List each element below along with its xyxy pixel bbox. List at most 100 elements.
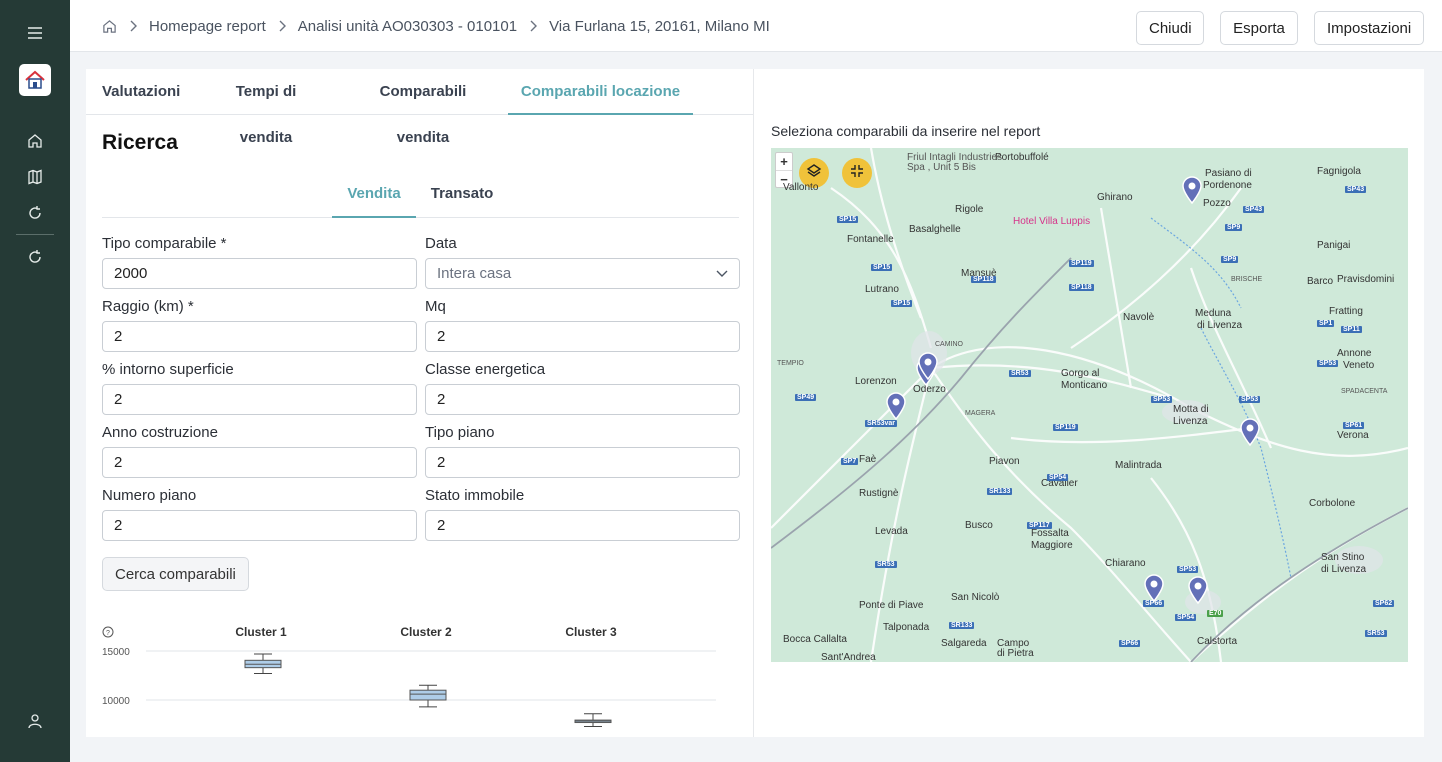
map-place-label: Rigole (955, 204, 984, 215)
help-icon[interactable]: ? (102, 626, 114, 638)
map-place-label: Corbolone (1309, 498, 1356, 509)
user-icon[interactable] (19, 707, 51, 735)
map-place-label: Bocca Callalta (783, 634, 847, 645)
map-road-tag: E70 (1207, 610, 1224, 617)
subtabs: Vendita Transato (102, 179, 739, 218)
map-road-tag: SP61 (1343, 422, 1365, 429)
tab-comparabili-vendita[interactable]: Comparabili vendita (354, 69, 492, 146)
map-icon[interactable] (19, 163, 51, 191)
map-place-label: BRISCHE (1231, 276, 1263, 283)
box-3[interactable] (574, 713, 612, 727)
map-marker[interactable] (1143, 574, 1165, 607)
map-place-label: Veneto (1343, 360, 1375, 371)
map-place-label: Levada (875, 526, 908, 537)
map-road-tag: SR53 (1009, 370, 1031, 377)
map-place-label: Fontanelle (847, 234, 894, 245)
export-button[interactable]: Esporta (1220, 11, 1298, 45)
map-place-label: Fossalta (1031, 528, 1069, 539)
refresh-icon[interactable] (19, 199, 51, 227)
box-1[interactable] (244, 653, 282, 675)
chevron-right-icon (529, 20, 538, 32)
intorno-input[interactable] (102, 384, 417, 415)
map-place-label: Portobuffolé (995, 152, 1049, 163)
tipo-comparabile-input[interactable] (102, 258, 417, 289)
close-button[interactable]: Chiudi (1136, 11, 1204, 45)
map[interactable]: + − Portobuffolé Vallonto Ghirano Pasiano d… (771, 148, 1408, 662)
map-poi-label[interactable]: Spa , Unit 5 Bis (907, 162, 976, 173)
map-place-label: di Livenza (1197, 320, 1243, 331)
main-card: Valutazioni Tempi di vendita Comparabili… (86, 69, 1424, 737)
map-place-label: Busco (965, 520, 993, 531)
map-poi-label[interactable]: Hotel Villa Luppis (1013, 216, 1090, 227)
raggio-input[interactable] (102, 321, 417, 352)
breadcrumb-item-homepage[interactable]: Homepage report (149, 18, 266, 35)
stato-input[interactable] (425, 510, 740, 541)
map-road-tag: SP53 (1317, 360, 1339, 367)
map-place-label: Rustignè (859, 488, 899, 499)
map-road-tag: SP11 (1341, 326, 1362, 333)
map-place-label: Pasiano di (1205, 168, 1252, 179)
numero-piano-label: Numero piano (102, 487, 197, 504)
map-road-tag: SP119 (1053, 424, 1078, 431)
map-road-tag: SP53 (1239, 396, 1261, 403)
settings-button[interactable]: Impostazioni (1314, 11, 1424, 45)
map-road-tag: SP15 (837, 216, 859, 223)
sidebar-divider (16, 234, 54, 235)
chevron-down-icon (716, 265, 728, 282)
map-marker[interactable] (1239, 418, 1261, 451)
tipo-piano-input[interactable] (425, 447, 740, 478)
classe-input[interactable] (425, 384, 740, 415)
section-title: Ricerca (102, 131, 178, 154)
data-select[interactable]: Intera casa (425, 258, 740, 289)
breadcrumb-item-address[interactable]: Via Furlana 15, 20161, Milano MI (549, 18, 770, 35)
mq-input[interactable] (425, 321, 740, 352)
map-road-tag: SP15 (871, 264, 893, 271)
anno-input[interactable] (102, 447, 417, 478)
tab-comparabili-locazione[interactable]: Comparabili locazione (508, 69, 693, 115)
map-place-label: Piavon (989, 456, 1020, 467)
map-road-tag: SP49 (795, 394, 817, 401)
app-logo[interactable] (19, 64, 51, 96)
map-road-tag: SP43 (1345, 186, 1367, 193)
map-place-label: Maggiore (1031, 540, 1073, 551)
map-marker[interactable] (917, 352, 939, 385)
map-place-label: Pozzo (1203, 198, 1231, 209)
cerca-comparabili-button[interactable]: Cerca comparabili (102, 557, 249, 591)
cluster-boxplot-chart: ? 15000 10000 Cluster 1 Cluster 2 Cluster 3 (102, 625, 716, 727)
subtab-vendita[interactable]: Vendita (332, 179, 416, 218)
map-road-tag: SP54 (1175, 614, 1197, 621)
classe-label: Classe energetica (425, 361, 546, 378)
map-place-label: Panigai (1317, 240, 1351, 251)
y-tick-label: 15000 (102, 647, 130, 658)
map-marker[interactable] (885, 392, 907, 425)
mq-label: Mq (425, 298, 446, 315)
map-place-label: Sant'Andrea (821, 652, 876, 662)
map-road-tag: SP53 (1151, 396, 1173, 403)
map-place-label: Salgareda (941, 638, 987, 649)
tab-tempi-vendita[interactable]: Tempi di vendita (210, 69, 322, 146)
map-road-tag: SR133 (987, 488, 1013, 495)
map-place-label: Lutrano (865, 284, 899, 295)
breadcrumb-item-analisi[interactable]: Analisi unità AO030303 - 010101 (298, 18, 517, 35)
map-road-tag: SP117 (1027, 522, 1052, 529)
home-icon[interactable] (102, 19, 117, 34)
map-place-label: Fratting (1329, 306, 1363, 317)
map-road-tag: SP118 (1069, 284, 1094, 291)
map-road-tag: SR53 (875, 561, 897, 568)
collapse-button[interactable] (842, 158, 872, 188)
map-road-tag: SP62 (1373, 600, 1395, 607)
menu-icon[interactable] (19, 19, 51, 47)
box-2[interactable] (409, 684, 447, 708)
map-marker[interactable] (1187, 576, 1209, 609)
zoom-in-button[interactable]: + (776, 153, 792, 170)
map-place-label: Monticano (1061, 380, 1108, 391)
tab-valutazioni[interactable]: Valutazioni (102, 69, 180, 115)
history-icon[interactable] (19, 243, 51, 271)
home-icon[interactable] (19, 127, 51, 155)
numero-piano-input[interactable] (102, 510, 417, 541)
subtab-transato[interactable]: Transato (424, 179, 500, 218)
map-place-label: Talponada (883, 622, 930, 633)
map-place-label: San Nicolò (951, 592, 1000, 603)
map-marker[interactable] (1181, 176, 1203, 209)
map-place-label: Fagnigola (1317, 166, 1361, 177)
